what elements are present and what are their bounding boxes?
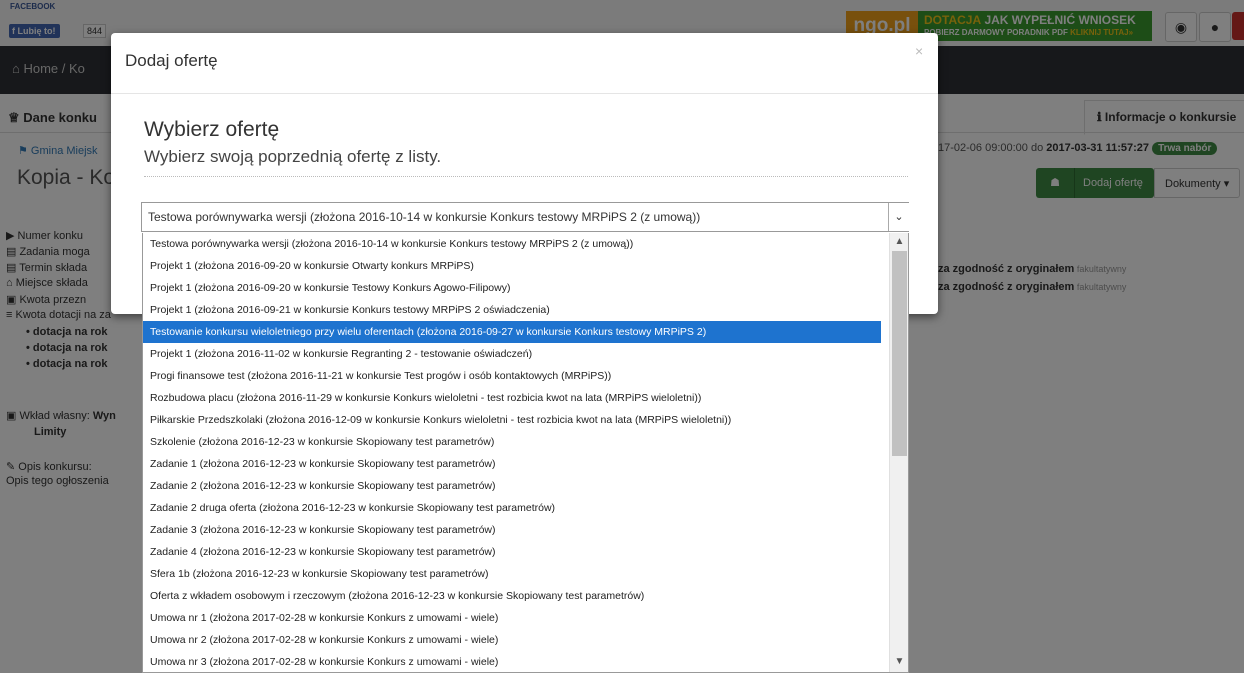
dropdown-option[interactable]: Projekt 1 (złożona 2016-09-21 w konkursi… [143,299,881,321]
heading-divider [144,176,908,177]
modal-title: Dodaj ofertę [125,51,218,70]
dropdown-option[interactable]: Sfera 1b (złożona 2016-12-23 w konkursie… [143,563,881,585]
select-offer-heading: Wybierz ofertę [144,118,280,141]
dropdown-option[interactable]: Szkolenie (złożona 2016-12-23 w konkursi… [143,431,881,453]
chevron-down-icon[interactable]: ⌄ [888,203,909,231]
dropdown-option[interactable]: Umowa nr 2 (złożona 2017-02-28 w konkurs… [143,629,881,651]
dropdown-option[interactable]: Rozbudowa placu (złożona 2016-11-29 w ko… [143,387,881,409]
dropdown-option[interactable]: Oferta z wkładem osobowym i rzeczowym (z… [143,585,881,607]
select-offer-subheading: Wybierz swoją poprzednią ofertę z listy. [144,147,442,166]
scroll-down-icon[interactable]: ▼ [890,653,908,671]
dropdown-option[interactable]: Zadanie 4 (złożona 2016-12-23 w konkursi… [143,541,881,563]
dropdown-option[interactable]: Zadanie 1 (złożona 2016-12-23 w konkursi… [143,453,881,475]
dropdown-option[interactable]: Piłkarskie Przedszkolaki (złożona 2016-1… [143,409,881,431]
modal-header-divider [111,93,938,94]
offer-select[interactable]: Testowa porównywarka wersji (złożona 201… [141,202,909,232]
scrollbar-thumb[interactable] [892,251,907,456]
dropdown-option[interactable]: Testowanie konkursu wieloletniego przy w… [143,321,881,343]
dropdown-option[interactable]: Projekt 1 (złożona 2016-09-20 w konkursi… [143,255,881,277]
dropdown-option[interactable]: Projekt 1 (złożona 2016-09-20 w konkursi… [143,277,881,299]
scroll-up-icon[interactable]: ▲ [890,233,908,251]
dropdown-scrollbar[interactable]: ▲ ▼ [889,233,908,672]
dropdown-option[interactable]: Testowa porównywarka wersji (złożona 201… [143,233,881,255]
dropdown-option[interactable]: Progi finansowe test (złożona 2016-11-21… [143,365,881,387]
dropdown-option[interactable]: Zadanie 3 (złożona 2016-12-23 w konkursi… [143,519,881,541]
offer-dropdown-list: Testowa porównywarka wersji (złożona 201… [142,233,909,673]
dropdown-option[interactable]: Zadanie 2 (złożona 2016-12-23 w konkursi… [143,475,881,497]
dropdown-option[interactable]: Zadanie 2 druga oferta (złożona 2016-12-… [143,497,881,519]
dropdown-option[interactable]: Umowa nr 3 (złożona 2017-02-28 w konkurs… [143,651,881,672]
dropdown-option[interactable]: Umowa nr 1 (złożona 2017-02-28 w konkurs… [143,607,881,629]
dropdown-option[interactable]: Projekt 1 (złożona 2016-11-02 w konkursi… [143,343,881,365]
close-icon[interactable]: × [915,43,923,59]
